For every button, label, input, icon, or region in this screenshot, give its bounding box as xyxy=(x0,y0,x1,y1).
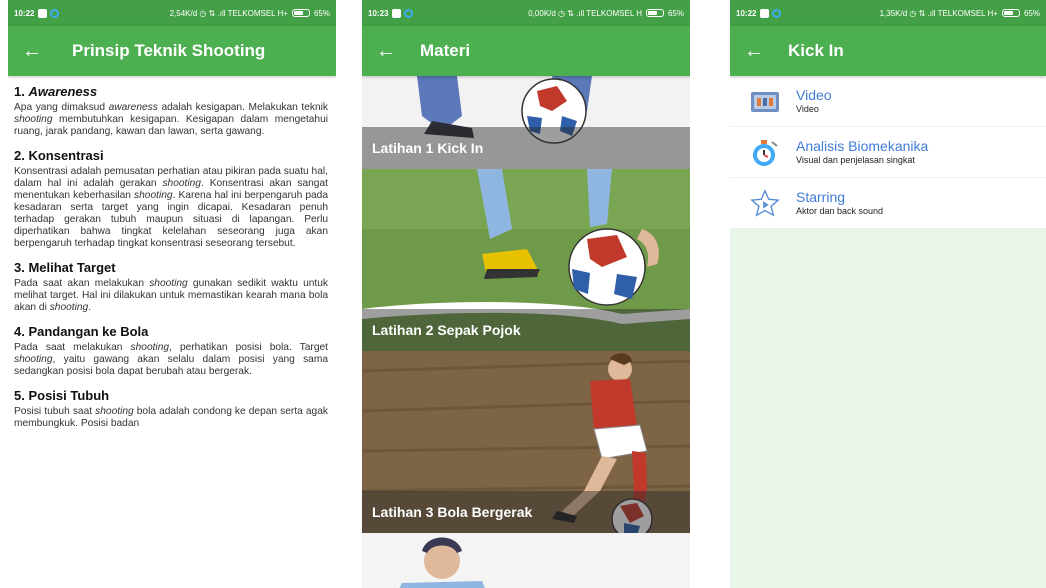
page-title: Prinsip Teknik Shooting xyxy=(72,41,266,60)
menu-item-text: Analisis Biomekanika Visual dan penjelas… xyxy=(796,138,928,166)
screen-materi: 10:23 0,00K/d ◷ ⇅ .ıll TELKOMSEL H 65% ←… xyxy=(362,0,690,588)
battery-percent: 65% xyxy=(1023,8,1040,18)
app-bar: ← Prinsip Teknik Shooting xyxy=(8,26,336,76)
card-illustration xyxy=(362,533,690,588)
status-time: 10:22 xyxy=(14,8,35,18)
arrow-left-icon[interactable]: ← xyxy=(744,41,766,61)
materi-list: Latihan 1 Kick In Latihan 2 Sepak Pojok xyxy=(362,76,690,588)
battery-fill xyxy=(1003,11,1014,15)
menu-item-title: Starring xyxy=(796,189,846,205)
kick-in-menu: Video Video Analisis Biomekanika Visual … xyxy=(730,76,1046,229)
stopwatch-icon xyxy=(750,137,780,167)
menu-item-subtitle: Aktor dan back sound xyxy=(796,206,884,216)
notification-icon xyxy=(760,8,770,18)
battery-fill xyxy=(293,11,304,15)
menu-item-text: Video Video xyxy=(796,87,832,115)
card-label: Latihan 1 Kick In xyxy=(362,127,690,169)
page-title: Materi xyxy=(420,41,471,60)
section-body: Apa yang dimaksud awareness adalah kesig… xyxy=(14,102,328,137)
menu-item-subtitle: Video xyxy=(796,104,819,114)
sync-icon xyxy=(772,8,782,18)
menu-item-subtitle: Visual dan penjelasan singkat xyxy=(796,155,915,165)
status-network: 1,35K/d ◷ ⇅ .ıll TELKOMSEL H+ xyxy=(879,8,998,18)
section-heading-term: Awareness xyxy=(28,84,98,99)
materi-card-sepak-pojok[interactable]: Latihan 2 Sepak Pojok xyxy=(362,169,690,351)
status-time: 10:22 xyxy=(736,8,757,18)
sync-icon xyxy=(404,8,414,18)
status-bar: 10:22 1,35K/d ◷ ⇅ .ıll TELKOMSEL H+ 65% xyxy=(730,0,1046,26)
section-number: 1. xyxy=(14,84,29,99)
video-file-icon xyxy=(750,86,780,116)
status-time: 10:23 xyxy=(368,8,389,18)
section-heading: 3. Melihat Target xyxy=(14,260,116,275)
status-network: 0,00K/d ◷ ⇅ .ıll TELKOMSEL H xyxy=(528,8,642,18)
materi-card-kick-in[interactable]: Latihan 1 Kick In xyxy=(362,76,690,169)
battery-icon xyxy=(1001,9,1020,17)
battery-fill xyxy=(647,11,658,15)
menu-item-video[interactable]: Video Video xyxy=(730,76,1046,127)
menu-item-title: Analisis Biomekanika xyxy=(796,138,929,154)
status-network: 2,54K/d ◷ ⇅ .ıll TELKOMSEL H+ xyxy=(169,8,288,18)
section-body: Pada saat melakukan shooting, perhatikan… xyxy=(14,342,328,377)
arrow-left-icon[interactable]: ← xyxy=(22,41,44,61)
notification-icon xyxy=(38,8,48,18)
section-heading: 4. Pandangan ke Bola xyxy=(14,324,149,339)
section-body: Posisi tubuh saat shooting bola adalah c… xyxy=(14,406,328,429)
star-play-icon xyxy=(750,188,780,218)
app-bar: ← Kick In xyxy=(730,26,1046,76)
screen-kick-in: 10:22 1,35K/d ◷ ⇅ .ıll TELKOMSEL H+ 65% … xyxy=(730,0,1046,588)
app-bar: ← Materi xyxy=(362,26,690,76)
section-body: Konsentrasi adalah pemusatan perhatian a… xyxy=(14,166,329,249)
card-label: Latihan 3 Bola Bergerak xyxy=(362,491,690,533)
battery-percent: 65% xyxy=(313,8,330,18)
article: 1. Awareness Apa yang dimaksud awareness… xyxy=(8,76,336,430)
status-bar: 10:23 0,00K/d ◷ ⇅ .ıll TELKOMSEL H 65% xyxy=(362,0,690,26)
status-bar: 10:22 2,54K/d ◷ ⇅ .ıll TELKOMSEL H+ 65% xyxy=(8,0,336,26)
menu-item-analisis-biomekanika[interactable]: Analisis Biomekanika Visual dan penjelas… xyxy=(730,127,1046,178)
section-heading: 2. Konsentrasi xyxy=(14,148,104,163)
page-title: Kick In xyxy=(788,41,844,60)
card-label: Latihan 2 Sepak Pojok xyxy=(362,309,690,351)
notification-icon xyxy=(392,8,402,18)
section-heading: 5. Posisi Tubuh xyxy=(14,388,110,403)
battery-percent: 65% xyxy=(667,8,684,18)
materi-card-bola-bergerak[interactable]: Latihan 3 Bola Bergerak xyxy=(362,351,690,533)
menu-item-starring[interactable]: Starring Aktor dan back sound xyxy=(730,178,1046,229)
section-heading: 1. Awareness xyxy=(14,84,328,99)
arrow-left-icon[interactable]: ← xyxy=(376,41,398,61)
battery-icon xyxy=(645,9,664,17)
section-body: Pada saat akan melakukan shooting gunaka… xyxy=(14,278,328,313)
battery-icon xyxy=(291,9,310,17)
sync-icon xyxy=(50,8,60,18)
menu-item-text: Starring Aktor dan back sound xyxy=(796,189,883,217)
menu-item-title: Video xyxy=(796,87,832,103)
screen-prinsip-teknik-shooting: 10:22 2,54K/d ◷ ⇅ .ıll TELKOMSEL H+ 65% … xyxy=(8,0,336,588)
materi-card-partial[interactable] xyxy=(362,533,690,588)
